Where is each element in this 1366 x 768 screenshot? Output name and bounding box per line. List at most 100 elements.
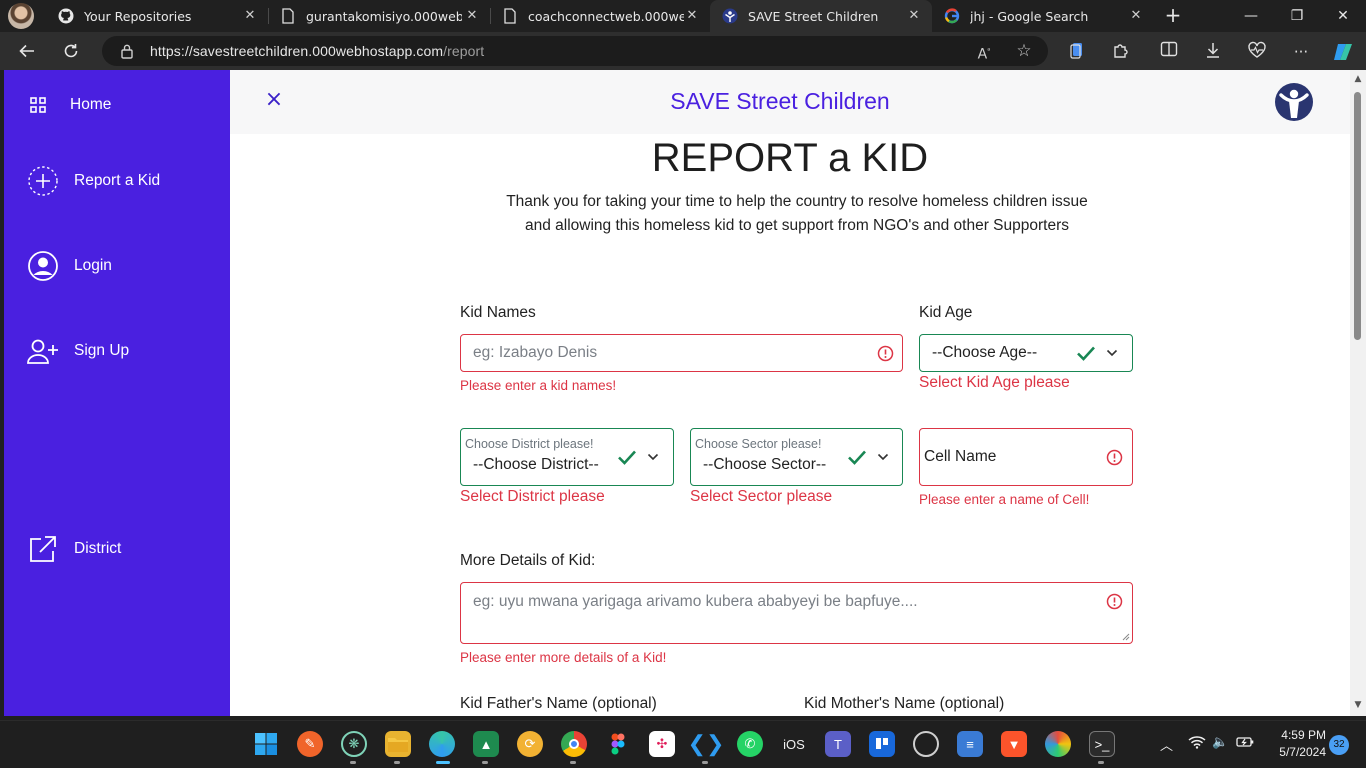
user-plus-icon xyxy=(26,334,60,368)
chevron-down-icon xyxy=(1106,349,1118,357)
sidebar-item-home[interactable]: Home xyxy=(26,88,111,122)
minimize-button[interactable]: — xyxy=(1236,4,1266,28)
details-textarea[interactable]: eg: uyu mwana yarigaga arivamo kubera ab… xyxy=(460,582,1133,644)
vscode-icon[interactable]: ❮❯ xyxy=(688,731,725,757)
more-options-icon[interactable]: ··· xyxy=(1290,41,1312,63)
lock-icon[interactable] xyxy=(120,43,134,59)
tab-close-icon[interactable]: ✕ xyxy=(1128,8,1144,24)
sector-select[interactable]: Choose Sector please! --Choose Sector-- xyxy=(690,428,903,486)
edge-icon[interactable] xyxy=(429,731,455,757)
tab-save-street-children[interactable]: SAVE Street Children ✕ xyxy=(710,0,932,32)
tab-close-icon[interactable]: ✕ xyxy=(242,8,258,24)
split-screen-icon[interactable] xyxy=(1158,41,1180,63)
sidebar-item-sign-up[interactable]: Sign Up xyxy=(26,334,129,368)
mother-name-label: Kid Mother's Name (optional) xyxy=(804,695,1005,712)
tab-google-search[interactable]: jhj - Google Search ✕ xyxy=(932,0,1154,32)
scroll-up-icon[interactable]: ▲ xyxy=(1353,74,1363,84)
tab-coachconnectweb[interactable]: coachconnectweb.000webhostapp.com ✕ xyxy=(490,0,710,32)
notification-badge[interactable]: 32 xyxy=(1329,735,1349,755)
sidebar-item-login[interactable]: Login xyxy=(26,249,112,283)
kid-names-placeholder: eg: Izabayo Denis xyxy=(473,344,598,361)
cell-name-input[interactable]: Cell Name xyxy=(919,428,1133,486)
wifi-icon[interactable] xyxy=(1188,735,1206,753)
save-children-icon xyxy=(722,8,738,24)
kid-names-input[interactable]: eg: Izabayo Denis xyxy=(460,334,903,372)
tab-label: jhj - Google Search xyxy=(970,8,1089,24)
tab-label: coachconnectweb.000webhostapp.com xyxy=(528,8,684,24)
tab-close-icon[interactable]: ✕ xyxy=(684,8,700,24)
figma-icon[interactable] xyxy=(605,731,631,757)
refresh-button[interactable] xyxy=(58,38,84,64)
chatgpt-icon[interactable]: ❋ xyxy=(341,731,367,757)
resize-handle-icon[interactable] xyxy=(1122,633,1130,641)
district-select[interactable]: Choose District please! --Choose Distric… xyxy=(460,428,674,486)
running-indicator xyxy=(394,761,400,764)
details-label: More Details of Kid: xyxy=(460,552,596,569)
terminal-icon[interactable]: >_ xyxy=(1089,731,1115,757)
new-tab-button[interactable]: + xyxy=(1162,4,1184,26)
file-explorer-icon[interactable] xyxy=(385,731,411,757)
error-icon xyxy=(877,345,894,362)
browser-essentials-icon[interactable] xyxy=(1246,41,1268,63)
start-icon[interactable] xyxy=(253,731,279,757)
district-error: Select District please xyxy=(460,488,605,505)
details-placeholder: eg: uyu mwana yarigaga arivamo kubera ab… xyxy=(473,593,918,610)
volume-icon[interactable]: 🔈 xyxy=(1212,735,1228,750)
tab-your-repositories[interactable]: Your Repositories ✕ xyxy=(46,0,268,32)
pen-app-icon[interactable]: ✎ xyxy=(297,731,323,757)
page-header: × SAVE Street Children xyxy=(230,70,1350,134)
window-close-button[interactable]: ✕ xyxy=(1328,4,1358,28)
page-icon xyxy=(280,8,296,24)
sidebar-item-label: Sign Up xyxy=(74,342,130,359)
brave-icon[interactable]: ▼ xyxy=(1001,731,1027,757)
active-indicator xyxy=(436,761,450,764)
paint-icon[interactable] xyxy=(1045,731,1071,757)
check-icon xyxy=(848,450,866,465)
back-button[interactable] xyxy=(14,38,40,64)
check-icon xyxy=(618,450,636,465)
sidebar-item-district[interactable]: District xyxy=(26,532,121,566)
extensions-icon[interactable] xyxy=(1110,41,1132,63)
chrome-icon[interactable] xyxy=(561,731,587,757)
sync-app-icon[interactable]: ⟳ xyxy=(517,731,543,757)
external-link-icon xyxy=(26,532,60,566)
whatsapp-icon[interactable]: ✆ xyxy=(737,731,763,757)
collections-icon[interactable] xyxy=(1066,41,1088,63)
brand-title: SAVE Street Children xyxy=(670,88,890,114)
save-children-logo xyxy=(1275,83,1313,121)
favorite-star-icon[interactable]: ☆ xyxy=(1014,41,1034,61)
scroll-down-icon[interactable]: ▼ xyxy=(1353,700,1363,710)
address-bar[interactable]: https://savestreetchildren.000webhostapp… xyxy=(102,36,1048,66)
cell-name-error: Please enter a name of Cell! xyxy=(919,492,1090,507)
show-hidden-icons[interactable]: ︿ xyxy=(1160,735,1173,754)
sidebar-item-label: Report a Kid xyxy=(74,172,161,189)
page-icon xyxy=(502,8,518,24)
tab-close-icon[interactable]: ✕ xyxy=(906,8,922,24)
profile-avatar[interactable] xyxy=(8,3,34,29)
trello-icon[interactable] xyxy=(869,731,895,757)
battery-icon[interactable] xyxy=(1236,735,1254,753)
system-clock[interactable]: 4:59 PM 5/7/2024 xyxy=(1262,727,1326,761)
sector-floating-label: Choose Sector please! xyxy=(695,437,822,451)
read-aloud-icon[interactable]: Aᵃ xyxy=(974,41,994,63)
obs-icon[interactable] xyxy=(913,731,939,757)
clock-date: 5/7/2024 xyxy=(1279,745,1326,759)
notepad-icon[interactable]: ≡ xyxy=(957,731,983,757)
slack-icon[interactable]: ✣ xyxy=(649,731,675,757)
android-studio-icon[interactable]: ▲ xyxy=(473,731,499,757)
tab-close-icon[interactable]: ✕ xyxy=(464,8,480,24)
downloads-icon[interactable] xyxy=(1202,41,1224,63)
district-value: --Choose District-- xyxy=(473,456,599,473)
tab-label: gurantakomisiyo.000webhostapp.com xyxy=(306,8,462,24)
page-scrollbar[interactable]: ▲ ▼ xyxy=(1350,70,1366,716)
url-text[interactable]: https://savestreetchildren.000webhostapp… xyxy=(150,43,484,59)
kid-age-label: Kid Age xyxy=(919,304,973,321)
ios-app-icon[interactable]: iOS xyxy=(781,731,807,757)
copilot-icon[interactable] xyxy=(1332,41,1354,63)
kid-age-select[interactable]: --Choose Age-- xyxy=(919,334,1133,372)
restore-button[interactable]: ❐ xyxy=(1282,4,1312,28)
scroll-thumb[interactable] xyxy=(1354,92,1361,340)
sidebar-item-report-a-kid[interactable]: Report a Kid xyxy=(26,164,160,198)
teams-icon[interactable]: T xyxy=(825,731,851,757)
tab-gurantakomisiyo[interactable]: gurantakomisiyo.000webhostapp.com ✕ xyxy=(268,0,490,32)
